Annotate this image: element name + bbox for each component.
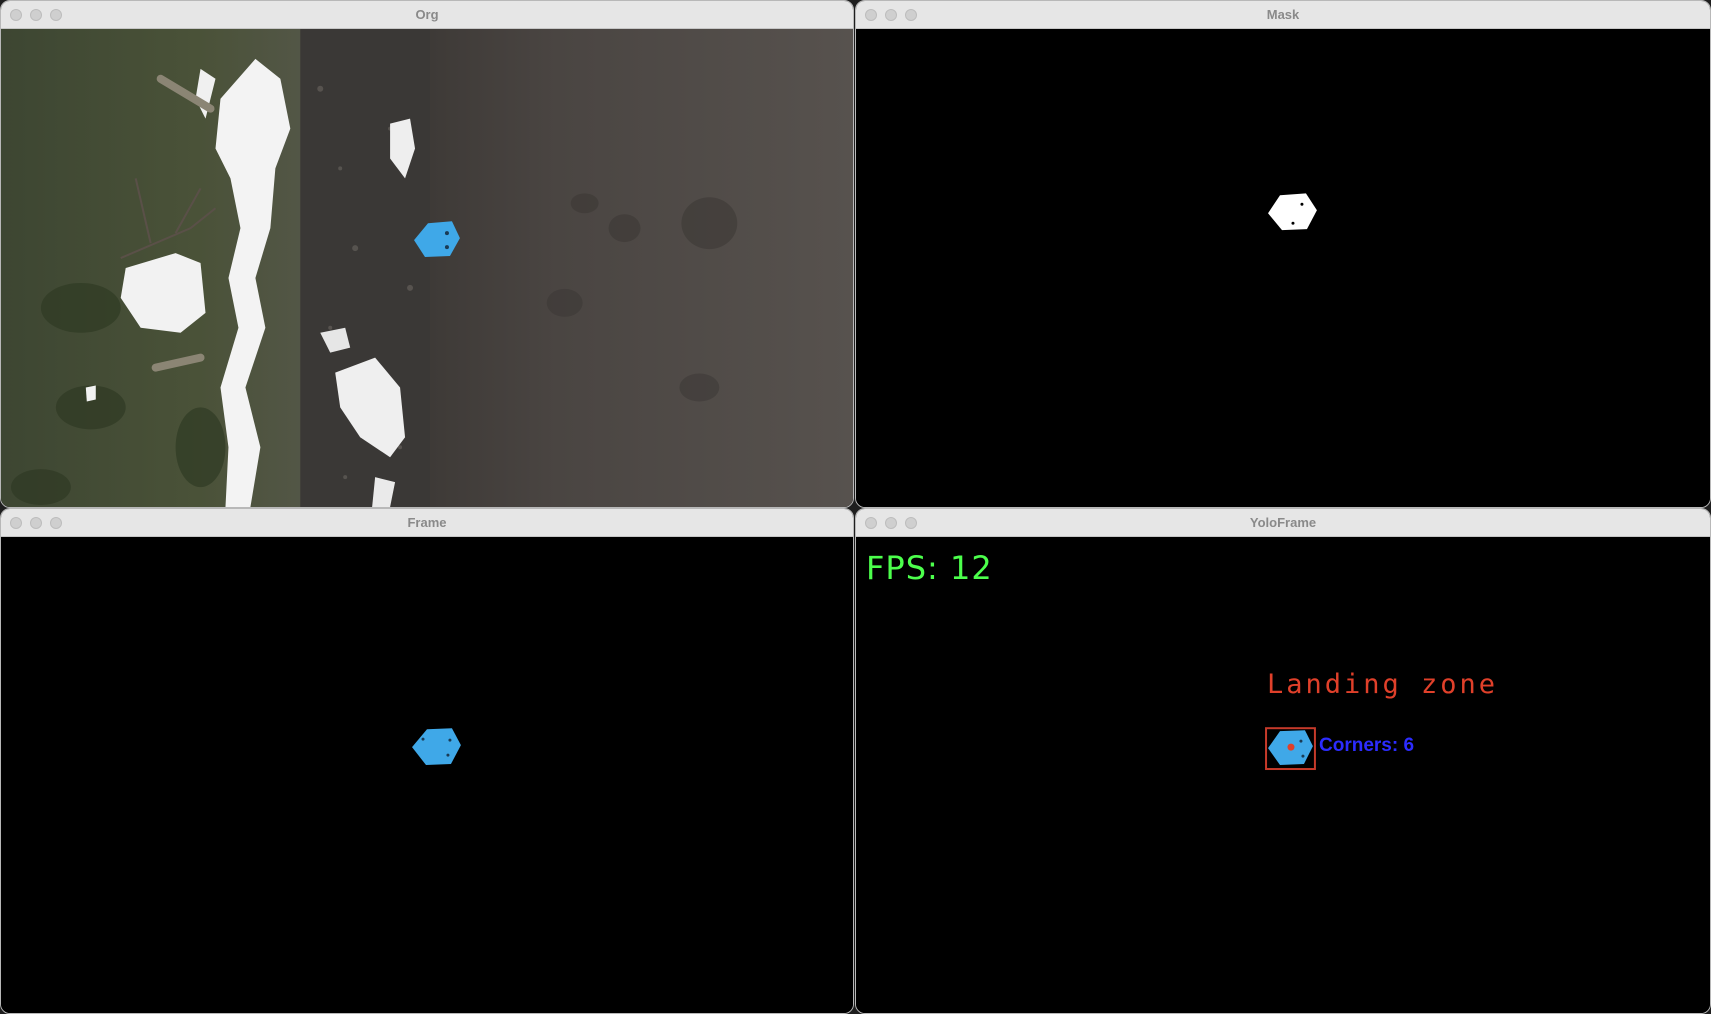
org-video-frame [1,29,853,507]
window-title: Mask [1266,7,1300,22]
window-org: Org [0,0,854,508]
frame-output [1,537,853,1013]
mask-frame [856,29,1710,507]
yolo-output: FPS: 12 Landing zone Corners: 6 [856,537,1710,1013]
window-titlebar[interactable]: Frame [1,509,853,537]
frame-image [412,728,461,766]
window-title: YoloFrame [1249,515,1317,530]
detection-label: Landing zone [1267,669,1499,700]
window-titlebar[interactable]: Org [1,1,853,29]
window-frame: Frame [0,508,854,1014]
window-title: Frame [407,515,447,530]
window-titlebar[interactable]: Mask [856,1,1710,29]
yolo-image [1265,727,1316,771]
window-mask: Mask [855,0,1711,508]
window-yoloframe: YoloFrame FPS: 12 Landing zone Corners: … [855,508,1711,1014]
aerial-image [1,29,853,507]
window-title: Org [415,7,439,22]
marker-shape [412,728,461,766]
mask-blob [1268,193,1317,231]
center-point [1287,743,1295,751]
mask-image [1268,193,1317,231]
fps-counter: FPS: 12 [866,549,993,587]
corners-count: Corners: 6 [1319,735,1415,756]
window-titlebar[interactable]: YoloFrame [856,509,1710,537]
